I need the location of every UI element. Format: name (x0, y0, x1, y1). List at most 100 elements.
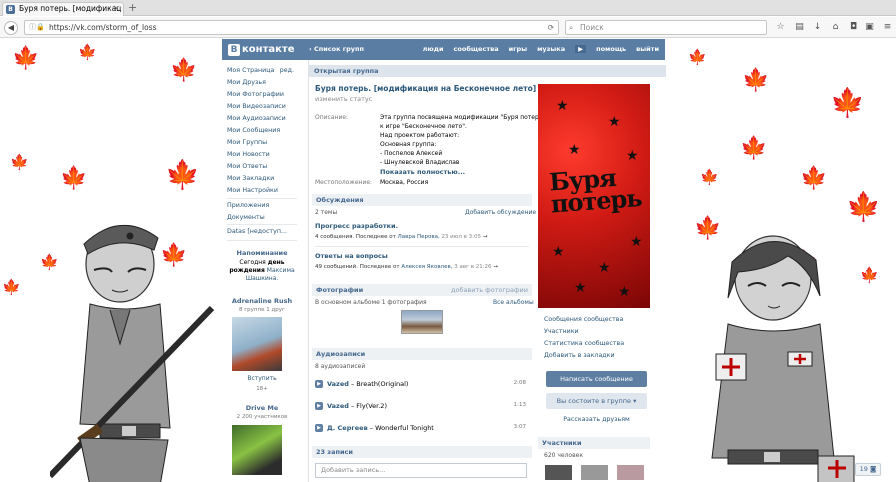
album-photo-thumbnail[interactable] (401, 310, 443, 334)
leaf-icon: 🍁 (688, 48, 707, 66)
leaf-icon: 🍁 (165, 158, 200, 191)
member-avatar[interactable] (617, 465, 644, 480)
group-cover-image[interactable]: ★ ★ ★ ★ Буря потерь ★ ★ ★ ★ ★ (538, 84, 650, 308)
nav-logout[interactable]: выйти (636, 45, 659, 53)
sidebar-item-bookmarks[interactable]: Мои Закладки (227, 175, 274, 182)
members-header[interactable]: Участники (538, 437, 650, 449)
address-bar[interactable]: ⓘ🔒 https://vk.com/storm_of_loss ⟳ (24, 20, 559, 35)
play-icon[interactable]: ▶ (315, 380, 323, 388)
sidebar-item-messages[interactable]: Мои Сообщения (227, 127, 280, 134)
topic-author-link[interactable]: Лавра Перова, (398, 234, 440, 240)
sidebar-item-audio[interactable]: Мои Аудиозаписи (227, 115, 286, 122)
sidebar-item-apps[interactable]: Приложения (227, 202, 269, 209)
photos-header[interactable]: Фотографии добавить фотографии (312, 284, 532, 296)
download-icon[interactable]: ↓ (812, 22, 823, 33)
nav-music[interactable]: музыка (537, 45, 565, 53)
ad-title-drive[interactable]: Drive Me (222, 404, 302, 412)
audio-track[interactable]: ▶ Vazed – Breath(Original) 2:08 (315, 378, 532, 390)
pocket-icon[interactable]: ◘ (848, 22, 859, 33)
group-status-link[interactable]: изменить статус (315, 95, 372, 103)
photos-album-count: В основном альбоме 1 фотография (315, 299, 427, 306)
audio-count: 8 аудиозаписей (315, 363, 366, 370)
sidebar-item-datas[interactable]: Datas [недоступ... (227, 228, 287, 235)
audio-track[interactable]: ▶ Vazed – Fly(Ver.2) 1:13 (315, 400, 532, 412)
member-avatar[interactable] (545, 465, 572, 480)
topic-date: 3 авг в 21:26 (454, 264, 492, 270)
sidebar-item-photos[interactable]: Мои Фотографии (227, 91, 284, 98)
close-tab-icon[interactable]: × (112, 3, 120, 15)
all-albums-link[interactable]: Все альбомы (493, 299, 534, 306)
audio-track[interactable]: ▶ Д. Сергеев – Wonderful Tonight 3:07 (315, 422, 532, 434)
group-list-link[interactable]: ‹ Список групп (309, 45, 364, 53)
community-messages-link[interactable]: Сообщения сообщества (544, 316, 623, 323)
leaf-icon: 🍁 (12, 46, 40, 71)
ad-join-button[interactable]: Вступить (222, 375, 302, 383)
vk-favicon-icon: B (6, 5, 15, 14)
discussions-header[interactable]: Обсуждения (312, 194, 532, 206)
topic-meta: 4 сообщения. Последнее от Лавра Перова, … (315, 234, 488, 240)
extension-icon[interactable]: ▣ (864, 22, 875, 33)
bookmark-star-icon[interactable]: ☆ (775, 22, 786, 33)
add-discussion-link[interactable]: Добавить обсуждение (465, 209, 536, 216)
topic-meta-text: 4 сообщения. Последнее от (315, 234, 396, 240)
sidebar-item-documents[interactable]: Документы (227, 214, 265, 221)
sidebar-divider (227, 240, 297, 241)
leaf-icon: 🍁 (740, 136, 768, 161)
vk-logo[interactable]: Bконтакте (228, 43, 294, 56)
track-artist[interactable]: Vazed (327, 402, 349, 410)
play-icon[interactable]: ▶ (315, 402, 323, 410)
add-bookmark-link[interactable]: Добавить в закладки (544, 352, 615, 359)
description-line: Над проектом работают: (380, 132, 460, 139)
nav-people[interactable]: люди (423, 45, 444, 53)
track-artist[interactable]: Д. Сергеев (327, 424, 368, 432)
notifications-badge[interactable]: 19 ◙ (855, 463, 881, 476)
menu-icon[interactable]: ≡ (882, 22, 893, 33)
photos-title: Фотографии (316, 286, 364, 294)
reading-list-icon[interactable]: ▤ (794, 22, 805, 33)
browser-tab[interactable]: B Буря потерь. [модификац × (2, 2, 124, 16)
sidebar-item-settings[interactable]: Мои Настройки (227, 187, 278, 194)
music-play-icon[interactable]: ▶ (575, 45, 587, 53)
topic-title[interactable]: Прогресс разработки. (315, 222, 398, 230)
audio-header[interactable]: Аудиозаписи (312, 348, 532, 360)
sidebar-item-videos[interactable]: Мои Видеозаписи (227, 103, 286, 110)
members-link[interactable]: Участники (544, 328, 579, 335)
notifications-count: 19 (859, 465, 868, 473)
description-line: к игре "Бесконечное лето". (380, 123, 467, 130)
sidebar-edit-link[interactable]: ред. (280, 67, 294, 74)
member-avatar[interactable] (581, 465, 608, 480)
info-lock-icon: ⓘ🔒 (29, 23, 45, 31)
search-input[interactable]: ⌕ Поиск (565, 20, 767, 35)
home-icon[interactable]: ⌂ (830, 22, 841, 33)
sidebar-item-my-page[interactable]: Моя Страница (227, 67, 274, 74)
track-artist[interactable]: Vazed (327, 380, 349, 388)
sidebar-item-news[interactable]: Мои Новости (227, 151, 270, 158)
nav-help[interactable]: помощь (596, 45, 626, 53)
ad-image-drive[interactable] (232, 425, 282, 475)
sidebar-item-answers[interactable]: Мои Ответы (227, 163, 267, 170)
description-label: Описание: (315, 114, 349, 121)
statistics-link[interactable]: Статистика сообщества (544, 340, 624, 347)
ad-sub-drive: 2 200 участников (236, 414, 288, 420)
star-icon: ★ (574, 280, 587, 296)
nav-games[interactable]: игры (509, 45, 527, 53)
nav-communities[interactable]: сообщества (454, 45, 499, 53)
ad-title-adrenaline[interactable]: Adrenaline Rush (222, 297, 302, 305)
group-type-bar: Открытая группа (309, 65, 666, 77)
sidebar-item-groups[interactable]: Мои Группы (227, 139, 267, 146)
reload-icon[interactable]: ⟳ (548, 21, 554, 34)
back-icon[interactable]: ◀ (4, 21, 18, 35)
topic-author-link[interactable]: Алексея Яковлев, (401, 264, 452, 270)
membership-dropdown[interactable]: Вы состоите в группе ▾ (546, 393, 647, 409)
send-message-button[interactable]: Написать сообщение (546, 371, 647, 387)
search-placeholder: Поиск (580, 23, 604, 32)
play-icon[interactable]: ▶ (315, 424, 323, 432)
add-photos-link[interactable]: добавить фотографии (451, 284, 528, 296)
sidebar-item-friends[interactable]: Мои Друзья (227, 79, 266, 86)
ad-image-adrenaline[interactable] (232, 317, 282, 371)
new-tab-button[interactable]: + (128, 1, 137, 15)
wall-post-input[interactable]: Добавить запись... (315, 463, 527, 478)
tell-friends-link[interactable]: Рассказать друзьям (538, 416, 655, 423)
show-more-link[interactable]: Показать полностью... (380, 168, 465, 176)
topic-title[interactable]: Ответы на вопросы (315, 252, 388, 260)
